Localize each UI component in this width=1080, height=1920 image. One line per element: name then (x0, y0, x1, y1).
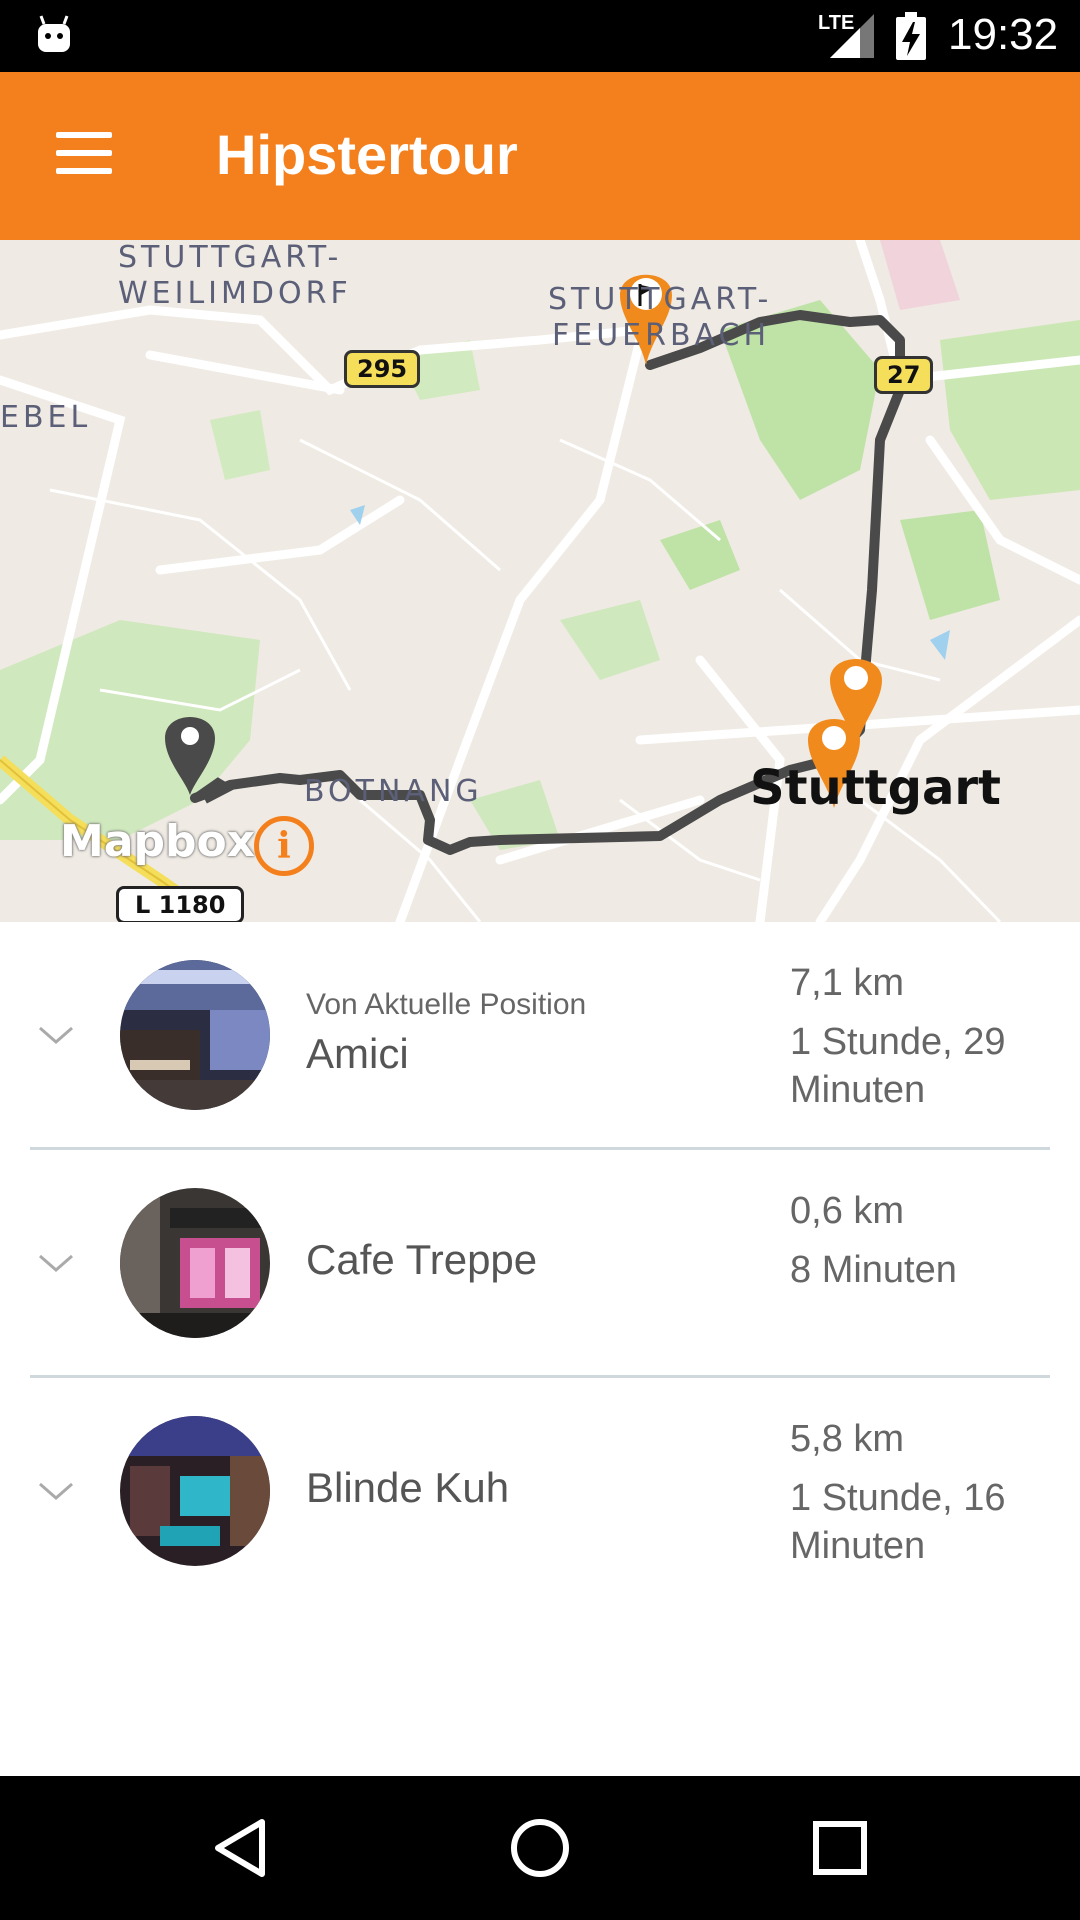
app-bar: Hipstertour (0, 72, 1080, 240)
chevron-down-icon[interactable] (36, 1478, 76, 1502)
chevron-down-icon[interactable] (36, 1250, 76, 1274)
android-notification-icon (38, 15, 70, 52)
route-duration: 1 Stunde, 29 Minuten (790, 1021, 1006, 1111)
road-shield-27: 27 (874, 356, 934, 394)
recents-icon[interactable] (804, 1812, 876, 1884)
place-name: Blinde Kuh (306, 1464, 510, 1511)
route-distance: 7,1 km (790, 962, 905, 1004)
list-item[interactable]: Blinde Kuh 5,8 km 1 Stunde, 16 Minuten (0, 1378, 1080, 1606)
page-title: Hipstertour (216, 123, 518, 186)
route-distance: 0,6 km (790, 1190, 905, 1232)
map-label-feuerbach: STUTTGART- (548, 282, 773, 317)
status-bar: LTE 19:32 (0, 0, 1080, 72)
signal-icon (830, 14, 874, 58)
road-shield-295: 295 (344, 350, 421, 388)
map-label-weilimdorf: WEILIMDORF (118, 276, 352, 311)
route-list: Von Aktuelle Position Amici 7,1 km 1 Stu… (0, 922, 1080, 1606)
route-map[interactable]: STUTTGART- WEILIMDORF STUTTGART- FEUERBA… (0, 240, 1080, 922)
map-label-feuerbach: FEUERBACH (552, 318, 771, 353)
hamburger-menu-icon[interactable] (40, 116, 128, 196)
list-item[interactable]: Von Aktuelle Position Amici 7,1 km 1 Stu… (0, 922, 1080, 1150)
road-sign-l1180: L 1180 (116, 886, 245, 922)
system-nav-bar (0, 1776, 1080, 1920)
home-icon[interactable] (504, 1812, 576, 1884)
route-distance: 5,8 km (790, 1418, 905, 1460)
map-label-botnang: BOTNANG (304, 774, 483, 809)
mapbox-logo[interactable]: Mapbox (60, 816, 255, 867)
place-thumbnail (120, 960, 270, 1110)
route-duration: 1 Stunde, 16 Minuten (790, 1477, 1006, 1567)
place-name: Cafe Treppe (306, 1236, 538, 1283)
route-origin-label: Von Aktuelle Position (306, 988, 587, 1021)
place-thumbnail (120, 1416, 270, 1566)
battery-charging-icon (896, 12, 926, 60)
map-info-button[interactable]: i (254, 816, 314, 876)
route-duration: 8 Minuten (790, 1249, 957, 1291)
place-thumbnail (120, 1188, 270, 1338)
chevron-down-icon[interactable] (36, 1022, 76, 1046)
list-item[interactable]: Cafe Treppe 0,6 km 8 Minuten (0, 1150, 1080, 1378)
place-name: Amici (306, 1030, 409, 1077)
back-icon[interactable] (204, 1812, 276, 1884)
clock: 19:32 (948, 10, 1059, 59)
map-label-stuttgart: Stuttgart (750, 760, 1001, 816)
map-label-weilimdorf: STUTTGART- (118, 240, 343, 275)
map-label-gebel: EBEL (0, 400, 92, 435)
